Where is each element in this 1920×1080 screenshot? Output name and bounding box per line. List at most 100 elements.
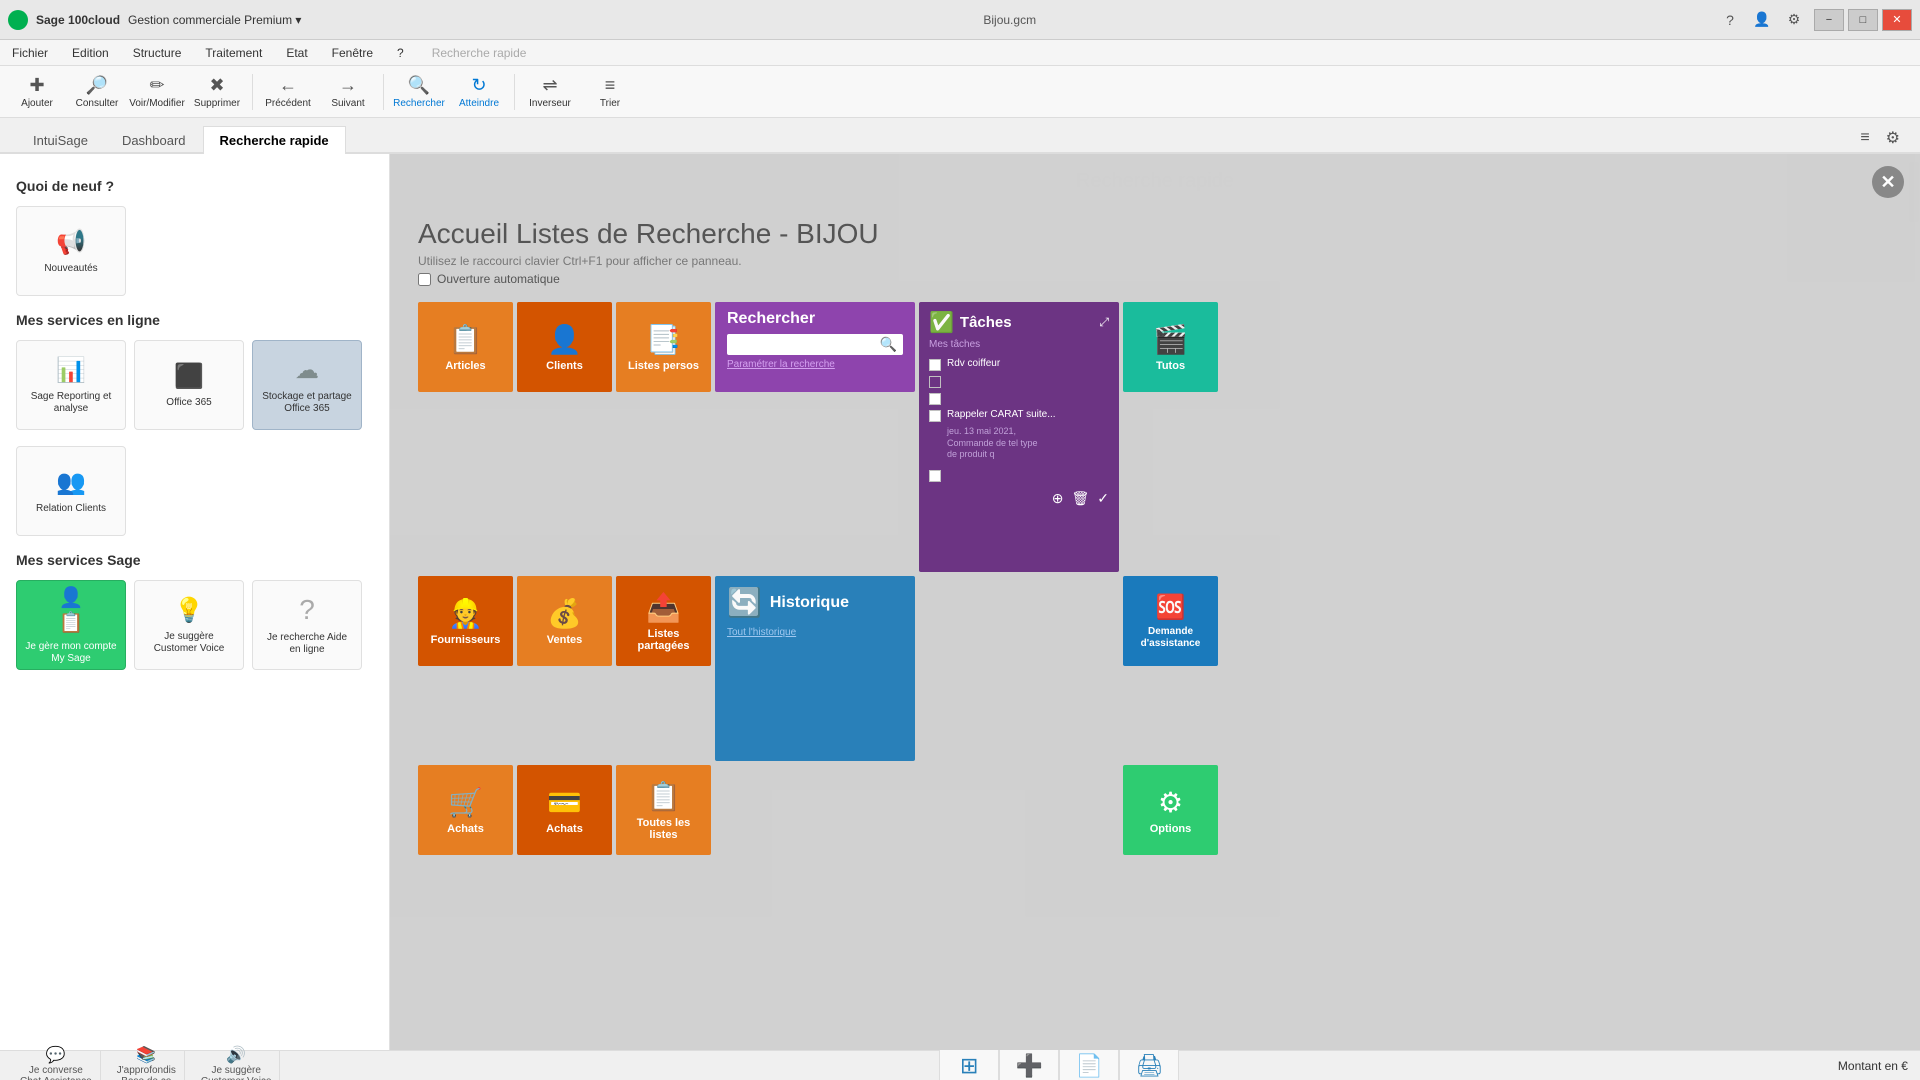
menu-fenetre[interactable]: Fenêtre xyxy=(328,44,377,62)
office365-card[interactable]: ⬛ Office 365 xyxy=(134,340,244,430)
tile-articles[interactable]: 📋 Articles xyxy=(418,302,513,392)
tache-item-4: Rappeler CARAT suite... xyxy=(929,409,1109,422)
minimize-btn[interactable]: − xyxy=(1814,9,1844,31)
taches-check-done-icon[interactable]: ✓ xyxy=(1097,490,1109,507)
menu-etat[interactable]: Etat xyxy=(282,44,311,62)
tache-cb-2[interactable] xyxy=(929,376,941,388)
tile-listes-persos[interactable]: 📑 Listes persos xyxy=(616,302,711,392)
tache-item-2 xyxy=(929,375,1109,388)
ventes-icon: 💰 xyxy=(547,597,582,630)
app-logo xyxy=(8,10,28,30)
rechercher-input[interactable] xyxy=(733,339,876,351)
menu-structure[interactable]: Structure xyxy=(129,44,186,62)
clients-label: Clients xyxy=(546,360,583,372)
help-icon[interactable]: ? xyxy=(1718,8,1742,32)
cloud-icon: ☁ xyxy=(295,356,319,385)
aide-ligne-card[interactable]: ? Je recherche Aide en ligne xyxy=(252,580,362,670)
toolbar-consulter[interactable]: 🔎 Consulter xyxy=(68,69,126,115)
tile-rechercher[interactable]: Rechercher 🔍 Paramétrer la recherche xyxy=(715,302,915,392)
menu-bar: Fichier Edition Structure Traitement Eta… xyxy=(0,40,1920,66)
relation-clients-card[interactable]: 👥 Relation Clients xyxy=(16,446,126,536)
listes-partagees-icon: 📤 xyxy=(646,591,681,624)
tache-cb-5[interactable] xyxy=(929,470,941,482)
taches-add-icon[interactable]: ⊕ xyxy=(1052,490,1064,507)
toolbar-suivant[interactable]: → Suivant xyxy=(319,69,377,115)
restore-btn[interactable]: □ xyxy=(1848,9,1878,31)
modal-subtitle: Utilisez le raccourci clavier Ctrl+F1 po… xyxy=(418,254,1892,268)
rechercher-icon: 🔍 xyxy=(408,75,430,96)
consulter-icon: 🔎 xyxy=(86,75,108,96)
base-icon: 📚 xyxy=(136,1045,156,1065)
menu-edition[interactable]: Edition xyxy=(68,44,113,62)
tile-achats-1[interactable]: 🛒 Achats xyxy=(418,765,513,855)
listes-persos-label: Listes persos xyxy=(628,360,699,372)
toutes-listes-icon: 📋 xyxy=(646,780,681,813)
tache-cb-1[interactable] xyxy=(929,359,941,371)
tab-dashboard[interactable]: Dashboard xyxy=(105,126,203,154)
toolbar-inverseur[interactable]: ⇌ Inverseur xyxy=(521,69,579,115)
historique-icon: 🔄 xyxy=(727,586,762,619)
voice-label: Je suggère Customer Voice xyxy=(201,1065,272,1080)
tache-cb-3[interactable] xyxy=(929,393,941,405)
list-view-icon[interactable]: ≡ xyxy=(1856,125,1873,151)
tile-fournisseurs[interactable]: 👷 Fournisseurs xyxy=(418,576,513,666)
customer-voice-card[interactable]: 💡 Je suggère Customer Voice xyxy=(134,580,244,670)
tile-toutes-listes[interactable]: 📋 Toutes les listes xyxy=(616,765,711,855)
parametrer-link[interactable]: Paramétrer la recherche xyxy=(727,359,903,370)
relation-icon: 👥 xyxy=(56,468,86,497)
toolbar-rechercher[interactable]: 🔍 Rechercher xyxy=(390,69,448,115)
nouveautes-card[interactable]: 📢 Nouveautés xyxy=(16,206,126,296)
tache-item-3 xyxy=(929,392,1109,405)
tout-historique-link[interactable]: Tout l'historique xyxy=(727,627,903,638)
tile-achats-2[interactable]: 💳 Achats xyxy=(517,765,612,855)
settings-icon[interactable]: ⚙ xyxy=(1782,8,1806,32)
listes-persos-icon: 📑 xyxy=(646,323,681,356)
office-icon: ⬛ xyxy=(174,362,204,391)
search-icon[interactable]: 🔍 xyxy=(880,336,897,353)
menu-help[interactable]: ? xyxy=(393,44,408,62)
tile-listes-partagees[interactable]: 📤 Listes partagées xyxy=(616,576,711,666)
taches-header: ✅ Tâches ⤢ xyxy=(929,310,1109,335)
status-bar: 💬 Je converse Chat Assistance 📚 J'approf… xyxy=(0,1050,1920,1080)
toolbar-trier[interactable]: ≡ Trier xyxy=(581,69,639,115)
office365-label: Office 365 xyxy=(166,397,211,409)
toutes-listes-label: Toutes les listes xyxy=(624,817,703,841)
status-base[interactable]: 📚 J'approfondis Base de co xyxy=(109,1051,185,1080)
mon-compte-label: Je gère mon compte My Sage xyxy=(25,641,117,665)
stockage-card[interactable]: ☁ Stockage et partage Office 365 xyxy=(252,340,362,430)
tile-tutos[interactable]: 🎬 Tutos xyxy=(1123,302,1218,392)
status-voice[interactable]: 🔊 Je suggère Customer Voice xyxy=(193,1051,281,1080)
sage-reporting-card[interactable]: 📊 Sage Reporting et analyse xyxy=(16,340,126,430)
app-dropdown[interactable]: Gestion commerciale Premium ▾ xyxy=(128,13,301,27)
user-icon[interactable]: 👤 xyxy=(1750,8,1774,32)
toolbar-divider-3 xyxy=(514,74,515,110)
tache-label-4: Rappeler CARAT suite... xyxy=(947,409,1056,420)
toolbar-voir-modifier[interactable]: ✏ Voir/Modifier xyxy=(128,69,186,115)
modal-close-btn[interactable]: ✕ xyxy=(1872,166,1904,198)
tile-assistance[interactable]: 🆘 Demande d'assistance xyxy=(1123,576,1218,666)
tile-ventes[interactable]: 💰 Ventes xyxy=(517,576,612,666)
tile-clients[interactable]: 👤 Clients xyxy=(517,302,612,392)
tile-options[interactable]: ⚙ Options xyxy=(1123,765,1218,855)
taches-delete-icon[interactable]: 🗑 xyxy=(1071,490,1089,507)
taches-expand-icon[interactable]: ⤢ xyxy=(1099,315,1109,330)
menu-fichier[interactable]: Fichier xyxy=(8,44,52,62)
tab-recherche-rapide[interactable]: Recherche rapide xyxy=(203,126,346,154)
toolbar-precedent[interactable]: ← Précédent xyxy=(259,69,317,115)
settings-tab-icon[interactable]: ⚙ xyxy=(1882,124,1904,152)
menu-traitement[interactable]: Traitement xyxy=(201,44,266,62)
status-chat[interactable]: 💬 Je converse Chat Assistance xyxy=(12,1051,101,1080)
voice-icon: 🔊 xyxy=(226,1045,246,1065)
toolbar-ajouter[interactable]: ✚ Ajouter xyxy=(8,69,66,115)
modal-checkbox-row: Ouverture automatique xyxy=(418,272,1892,286)
ouverture-auto-checkbox[interactable] xyxy=(418,273,431,286)
tache-cb-4[interactable] xyxy=(929,410,941,422)
close-btn[interactable]: ✕ xyxy=(1882,9,1912,31)
tab-intuisage[interactable]: IntuiSage xyxy=(16,126,105,154)
tutos-icon: 🎬 xyxy=(1153,323,1188,356)
articles-icon: 📋 xyxy=(448,323,483,356)
toolbar-supprimer[interactable]: ✖ Supprimer xyxy=(188,69,246,115)
tile-historique[interactable]: 🔄 Historique Tout l'historique xyxy=(715,576,915,761)
toolbar-atteindre[interactable]: ↻ Atteindre xyxy=(450,69,508,115)
mon-compte-card[interactable]: 👤📋 Je gère mon compte My Sage xyxy=(16,580,126,670)
